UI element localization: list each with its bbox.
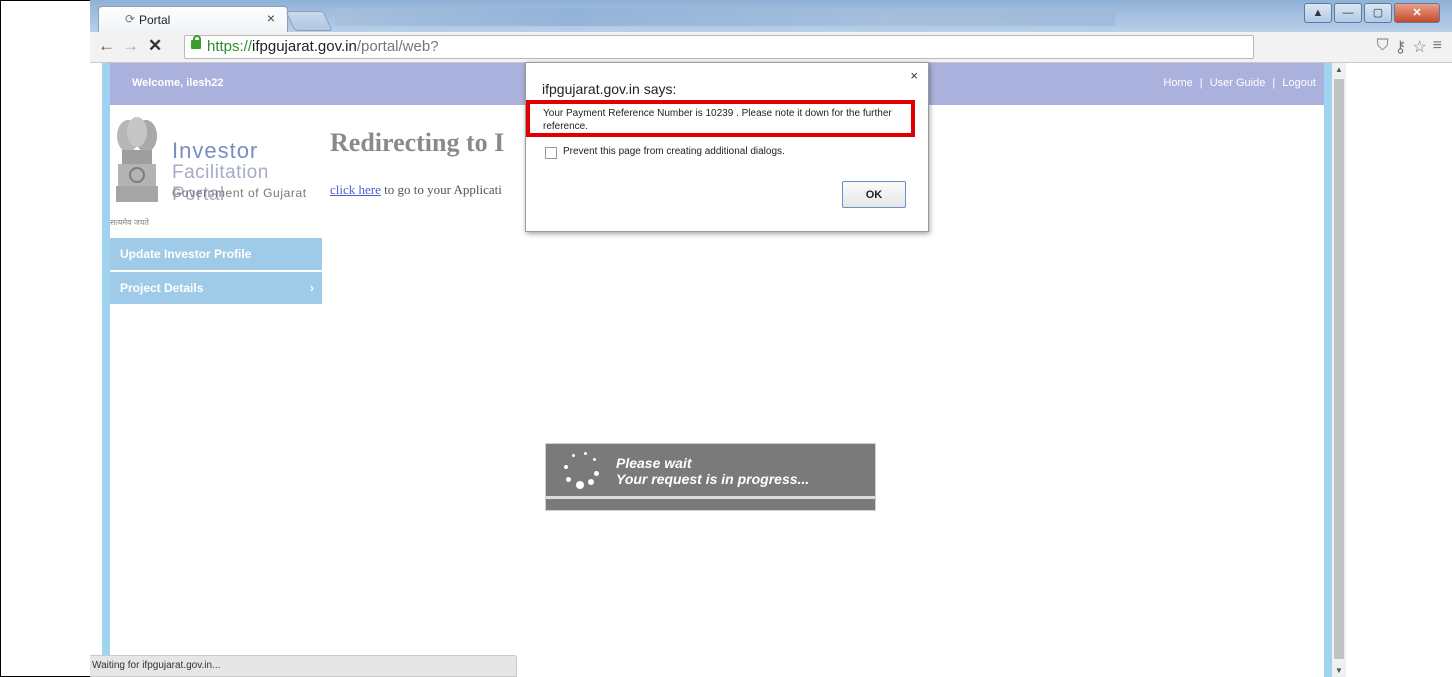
address-bar[interactable]: https://ifpgujarat.gov.in/portal/web?: [184, 35, 1254, 59]
spinner-icon: [562, 452, 602, 492]
toolbar-icons: ⛉ ⚷ ☆ ≡: [1377, 37, 1442, 57]
logo-line-government: Government of Gujarat: [172, 186, 307, 200]
tab-close-icon[interactable]: ×: [267, 10, 275, 26]
minimize-button[interactable]: —: [1334, 3, 1362, 23]
loading-message: Your request is in progress...: [616, 471, 810, 487]
star-icon[interactable]: ☆: [1412, 37, 1426, 57]
window-title-blurred: [335, 8, 1115, 26]
portal-logo[interactable]: Investor Facilitation Portal Government …: [110, 110, 310, 232]
logout-link[interactable]: Logout: [1282, 77, 1316, 89]
ok-button[interactable]: OK: [842, 181, 906, 208]
prevent-dialogs-checkbox[interactable]: [545, 147, 557, 159]
logo-motto: सत्यमेव जयते: [110, 218, 149, 227]
loading-overlay: Please wait Your request is in progress.…: [545, 443, 876, 511]
vertical-scrollbar[interactable]: ▲ ▼: [1332, 63, 1346, 677]
stop-button[interactable]: ✕: [148, 36, 162, 56]
header-links: Home | User Guide | Logout: [1161, 77, 1318, 89]
key-icon[interactable]: ⚷: [1395, 37, 1407, 57]
click-here-link[interactable]: click here: [330, 182, 381, 197]
checkbox-label: Prevent this page from creating addition…: [563, 146, 785, 157]
sidebar-item-label: Project Details: [120, 281, 204, 295]
loading-title: Please wait: [616, 455, 692, 471]
close-icon[interactable]: ×: [910, 68, 918, 83]
menu-icon[interactable]: ≡: [1433, 37, 1442, 57]
separator: |: [1272, 77, 1276, 89]
status-text: Waiting for ifpgujarat.gov.in...: [92, 660, 221, 671]
highlight-box: [526, 100, 915, 137]
loading-tab-icon: ⟳: [125, 12, 136, 26]
navigation-toolbar: ← → ✕ https://ifpgujarat.gov.in/portal/w…: [90, 32, 1452, 63]
separator: |: [1199, 77, 1203, 89]
ashoka-emblem-icon: [116, 117, 158, 202]
alert-dialog: ifpgujarat.gov.in says: × Your Payment R…: [525, 62, 929, 232]
switch-user-icon[interactable]: ▲: [1304, 3, 1332, 23]
back-button[interactable]: ←: [98, 36, 115, 56]
sidebar-item-label: Update Investor Profile: [120, 247, 252, 261]
page-title: Redirecting to I: [330, 128, 505, 157]
scroll-up-icon[interactable]: ▲: [1335, 65, 1343, 74]
chevron-right-icon: ›: [310, 281, 314, 295]
shield-icon[interactable]: ⛉: [1377, 37, 1389, 57]
right-page-border: [1324, 63, 1332, 677]
left-page-border: [102, 63, 110, 677]
scroll-down-icon[interactable]: ▼: [1335, 666, 1343, 675]
window-controls: ▲ — ▢ ✕: [1304, 3, 1440, 23]
sidebar-item-project-details[interactable]: Project Details ›: [110, 272, 322, 306]
dialog-title: ifpgujarat.gov.in says:: [542, 81, 677, 97]
title-bar: ⟳ Portal × ▲ — ▢ ✕: [90, 0, 1452, 32]
tab-title: Portal: [139, 13, 171, 27]
sidebar-item-update-profile[interactable]: Update Investor Profile: [110, 238, 322, 272]
logo-line-investor: Investor: [172, 138, 259, 163]
welcome-text: Welcome, ilesh22: [132, 77, 224, 89]
tab-portal[interactable]: ⟳ Portal ×: [98, 6, 288, 32]
url-text: https://ifpgujarat.gov.in/portal/web?: [207, 38, 439, 55]
sidebar-menu: Update Investor Profile Project Details …: [110, 238, 322, 306]
scroll-thumb[interactable]: [1334, 79, 1344, 659]
user-guide-link[interactable]: User Guide: [1210, 77, 1266, 89]
new-tab-button[interactable]: [285, 11, 333, 31]
loading-divider: [546, 496, 875, 499]
close-window-button[interactable]: ✕: [1394, 3, 1440, 23]
status-bar: Waiting for ifpgujarat.gov.in...: [90, 655, 517, 677]
redirect-text: to go to your Applicati: [380, 182, 502, 197]
redirect-line: click here to go to your Applicati: [330, 182, 502, 198]
home-link[interactable]: Home: [1163, 77, 1192, 89]
forward-button[interactable]: →: [122, 36, 139, 56]
lock-icon: [191, 35, 201, 49]
maximize-button[interactable]: ▢: [1364, 3, 1392, 23]
